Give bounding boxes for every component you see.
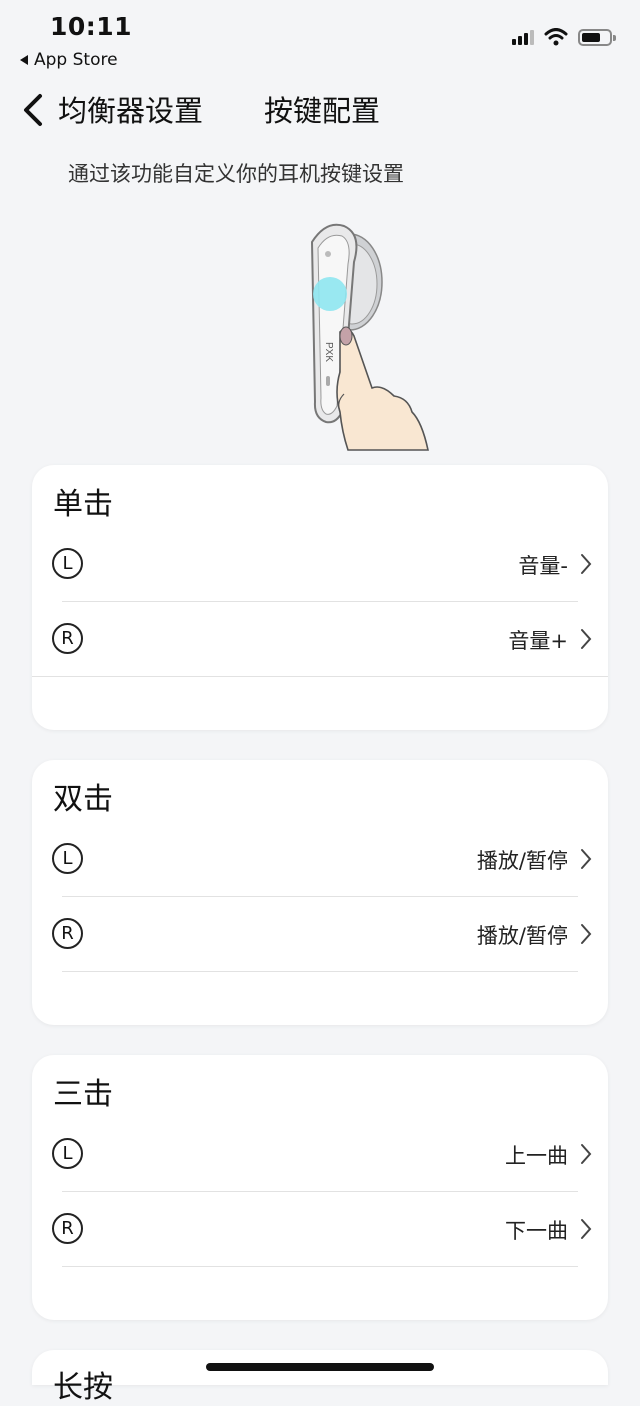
chevron-right-icon: [581, 554, 592, 574]
card-single-click: 单击 L 音量- R 音量+: [32, 465, 608, 730]
card-triple-click: 三击 L 上一曲 R 下一曲: [32, 1055, 608, 1320]
card-title: 三击: [53, 1077, 113, 1112]
back-app-label: App Store: [34, 50, 118, 70]
row-right-double[interactable]: R 播放/暂停: [32, 898, 608, 972]
divider: [62, 601, 578, 602]
svg-text:PXK: PXK: [323, 342, 334, 362]
row-left-double[interactable]: L 播放/暂停: [32, 823, 608, 897]
wifi-icon: [544, 28, 568, 46]
page-subtitle: 通过该功能自定义你的耳机按键设置: [68, 162, 404, 186]
divider: [62, 1191, 578, 1192]
divider: [32, 676, 608, 677]
card-double-click: 双击 L 播放/暂停 R 播放/暂停: [32, 760, 608, 1025]
action-value: 播放/暂停: [476, 924, 568, 948]
right-earbud-badge: R: [52, 623, 83, 654]
action-value: 上一曲: [505, 1144, 568, 1168]
action-value: 播放/暂停: [476, 849, 568, 873]
home-indicator[interactable]: [206, 1363, 434, 1371]
back-to-app-store[interactable]: App Store: [20, 50, 118, 70]
chevron-right-icon: [581, 1219, 592, 1239]
status-icons: [512, 28, 616, 46]
chevron-right-icon: [581, 924, 592, 944]
back-chevron-icon[interactable]: [20, 90, 56, 130]
divider: [62, 896, 578, 897]
divider: [62, 1266, 578, 1267]
card-title: 长按: [53, 1370, 113, 1405]
action-value: 下一曲: [505, 1219, 568, 1243]
signal-icon: [512, 29, 534, 45]
action-value: 音量+: [508, 629, 568, 653]
earbud-illustration: PXK: [310, 223, 429, 451]
chevron-right-icon: [581, 1144, 592, 1164]
right-earbud-badge: R: [52, 1213, 83, 1244]
row-right-single[interactable]: R 音量+: [32, 603, 608, 677]
tab-equalizer-settings[interactable]: 均衡器设置: [58, 88, 203, 130]
right-earbud-badge: R: [52, 918, 83, 949]
tab-key-config[interactable]: 按键配置: [264, 88, 380, 130]
row-left-single[interactable]: L 音量-: [32, 528, 608, 602]
battery-icon: [578, 28, 616, 46]
card-title: 单击: [53, 487, 113, 522]
back-triangle-icon: [20, 55, 28, 65]
left-earbud-badge: L: [52, 1138, 83, 1169]
row-left-triple[interactable]: L 上一曲: [32, 1118, 608, 1192]
chevron-right-icon: [581, 629, 592, 649]
status-time: 10:11: [50, 12, 133, 41]
chevron-right-icon: [581, 849, 592, 869]
left-earbud-badge: L: [52, 843, 83, 874]
action-value: 音量-: [518, 554, 568, 578]
row-right-triple[interactable]: R 下一曲: [32, 1193, 608, 1267]
divider: [62, 971, 578, 972]
left-earbud-badge: L: [52, 548, 83, 579]
card-title: 双击: [53, 782, 113, 817]
